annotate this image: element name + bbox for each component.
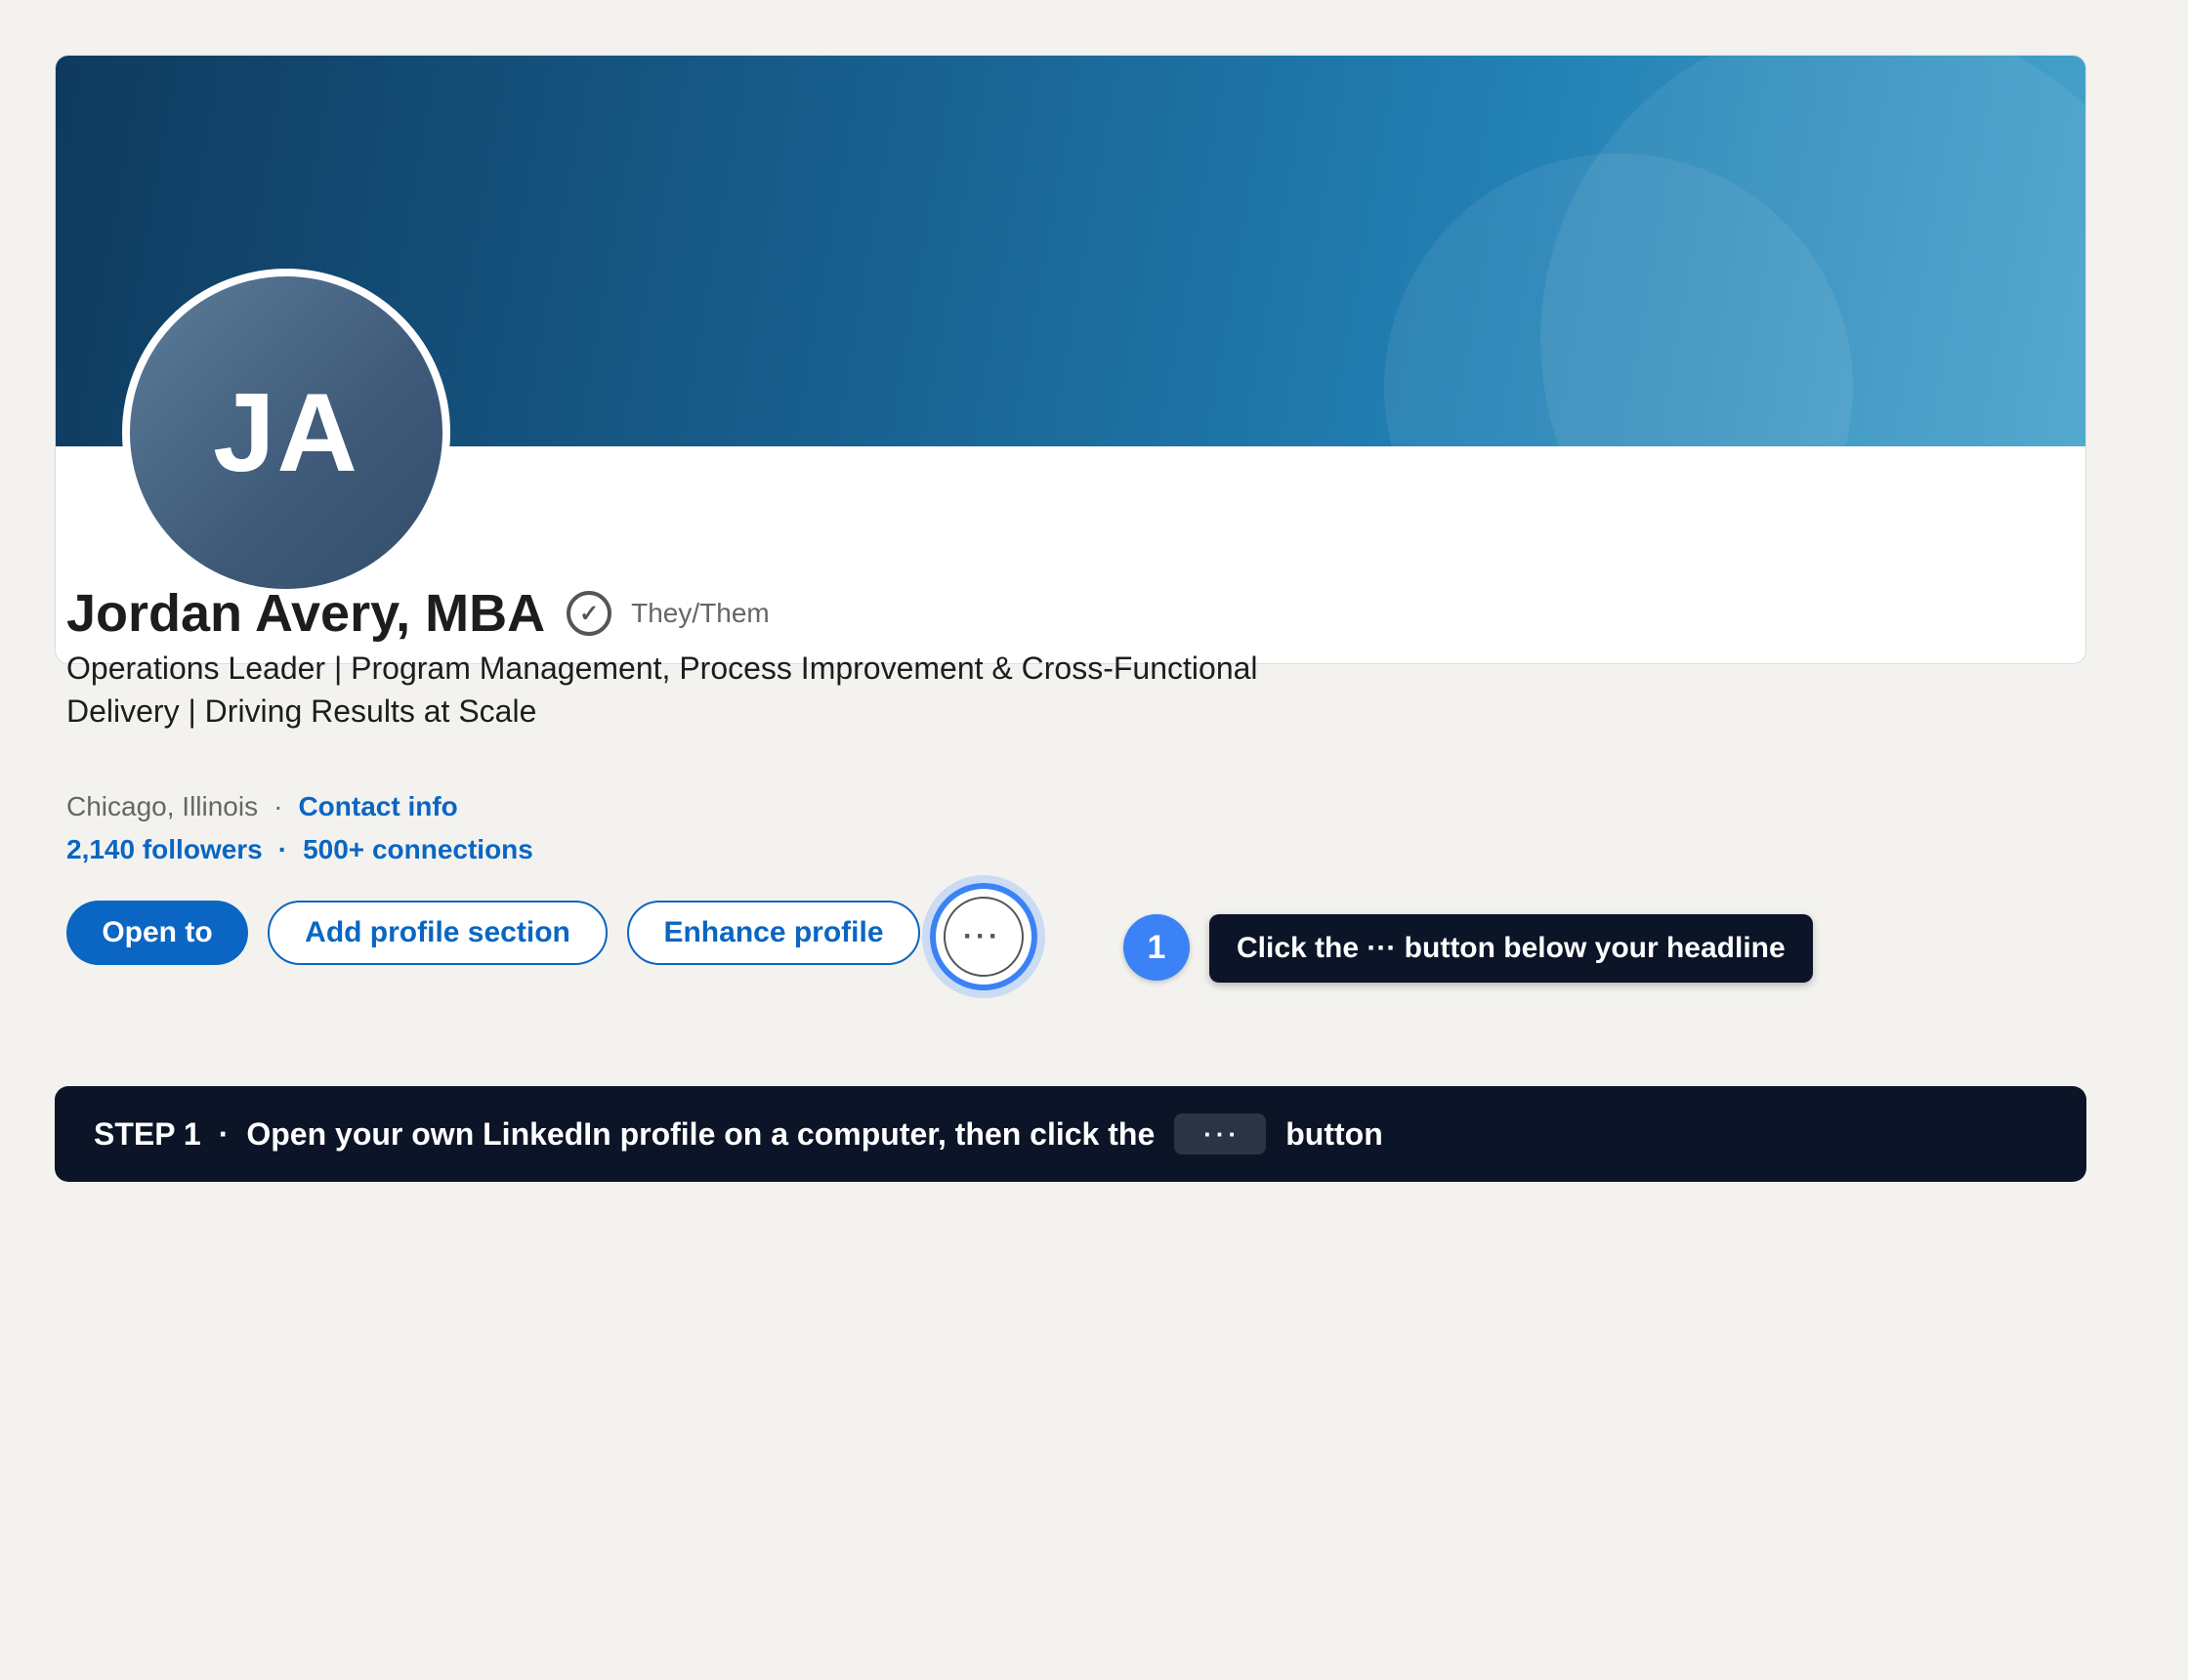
- separator: ·: [277, 834, 288, 864]
- followers-link[interactable]: 2,140 followers: [66, 832, 263, 867]
- stats-row: 2,140 followers · 500+ connections: [66, 832, 533, 867]
- pronouns: They/Them: [631, 598, 770, 628]
- verified-check-icon[interactable]: ✓: [567, 591, 612, 636]
- step-suffix: button: [1285, 1115, 1383, 1152]
- separator: ·: [218, 1115, 230, 1152]
- separator: ·: [274, 791, 283, 821]
- name-row: Jordan Avery, MBA ✓ They/Them: [66, 576, 770, 651]
- profile-headline: Operations Leader | Program Management, …: [66, 651, 1258, 729]
- location-row: Chicago, Illinois · Contact info: [66, 789, 458, 824]
- step-number-badge: 1: [1123, 914, 1190, 981]
- highlight-ring: ···: [930, 883, 1037, 990]
- more-button-highlight: ···: [922, 875, 1045, 998]
- step-label: STEP 1: [94, 1115, 201, 1152]
- step-text: Open your own LinkedIn profile on a comp…: [246, 1115, 1156, 1152]
- connections-link[interactable]: 500+ connections: [303, 832, 533, 867]
- open-to-button[interactable]: Open to: [66, 901, 248, 965]
- more-key-icon: ···: [1174, 1113, 1267, 1155]
- avatar-initials: JA: [213, 370, 359, 495]
- instruction-tooltip: Click the ··· button below your headline: [1209, 914, 1813, 983]
- profile-name: Jordan Avery, MBA: [66, 584, 546, 643]
- profile-card: JA: [55, 55, 2086, 664]
- more-horizontal-icon[interactable]: ···: [944, 897, 1024, 977]
- add-profile-section-button[interactable]: Add profile section: [268, 901, 608, 965]
- location-text: Chicago, Illinois: [66, 791, 259, 821]
- contact-info-link[interactable]: Contact info: [298, 789, 457, 824]
- step-instruction-bar: STEP 1 · Open your own LinkedIn profile …: [55, 1086, 2086, 1182]
- avatar[interactable]: JA: [122, 269, 450, 597]
- enhance-profile-button[interactable]: Enhance profile: [627, 901, 920, 965]
